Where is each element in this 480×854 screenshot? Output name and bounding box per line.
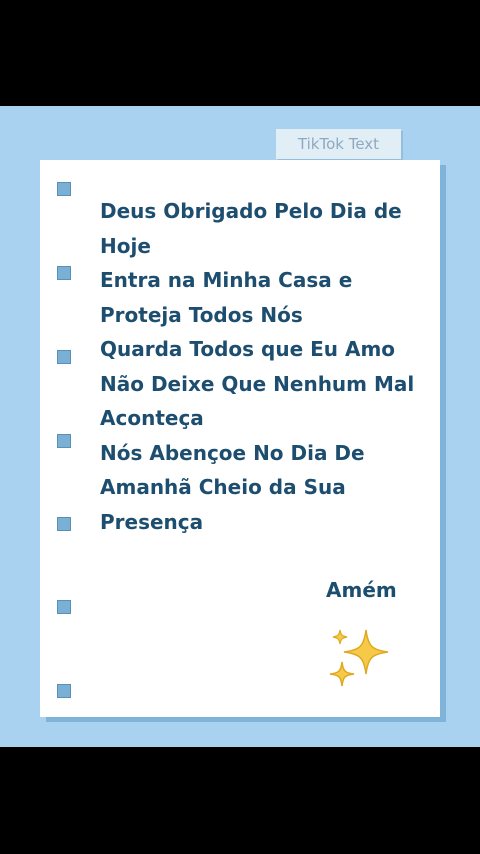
binder-hole [57, 600, 71, 614]
binder-hole [57, 266, 71, 280]
prayer-line: Amanhã Cheio da Sua [100, 475, 346, 499]
prayer-line: Entra na Minha Casa e [100, 268, 353, 292]
prayer-text: Deus Obrigado Pelo Dia de Hoje Entra na … [100, 194, 420, 539]
prayer-line: Presença [100, 509, 204, 534]
binder-hole [57, 434, 71, 448]
sparkles-icon [329, 629, 389, 687]
prayer-line: Não Deixe Que Nenhum Mal [100, 371, 415, 396]
prayer-line: Hoje [100, 233, 151, 258]
note-card: Deus Obrigado Pelo Dia de Hoje Entra na … [40, 160, 440, 717]
binder-hole [57, 182, 71, 196]
prayer-line: Proteja Todos Nós [100, 302, 303, 327]
closing-amen: Amém [326, 578, 397, 602]
tiktok-text-tag: TikTok Text [276, 129, 401, 159]
binder-hole [57, 517, 71, 531]
prayer-line: Deus Obrigado Pelo Dia de [100, 199, 402, 223]
prayer-line: Quarda Todos que Eu Amo [100, 337, 396, 361]
prayer-line: Nós Abençoe No Dia De [100, 440, 365, 465]
binder-hole [57, 350, 71, 364]
binder-hole [57, 684, 71, 698]
background-panel: TikTok Text Deus Obrigado Pelo Dia de Ho… [0, 106, 480, 747]
prayer-line: Aconteça [100, 406, 204, 430]
